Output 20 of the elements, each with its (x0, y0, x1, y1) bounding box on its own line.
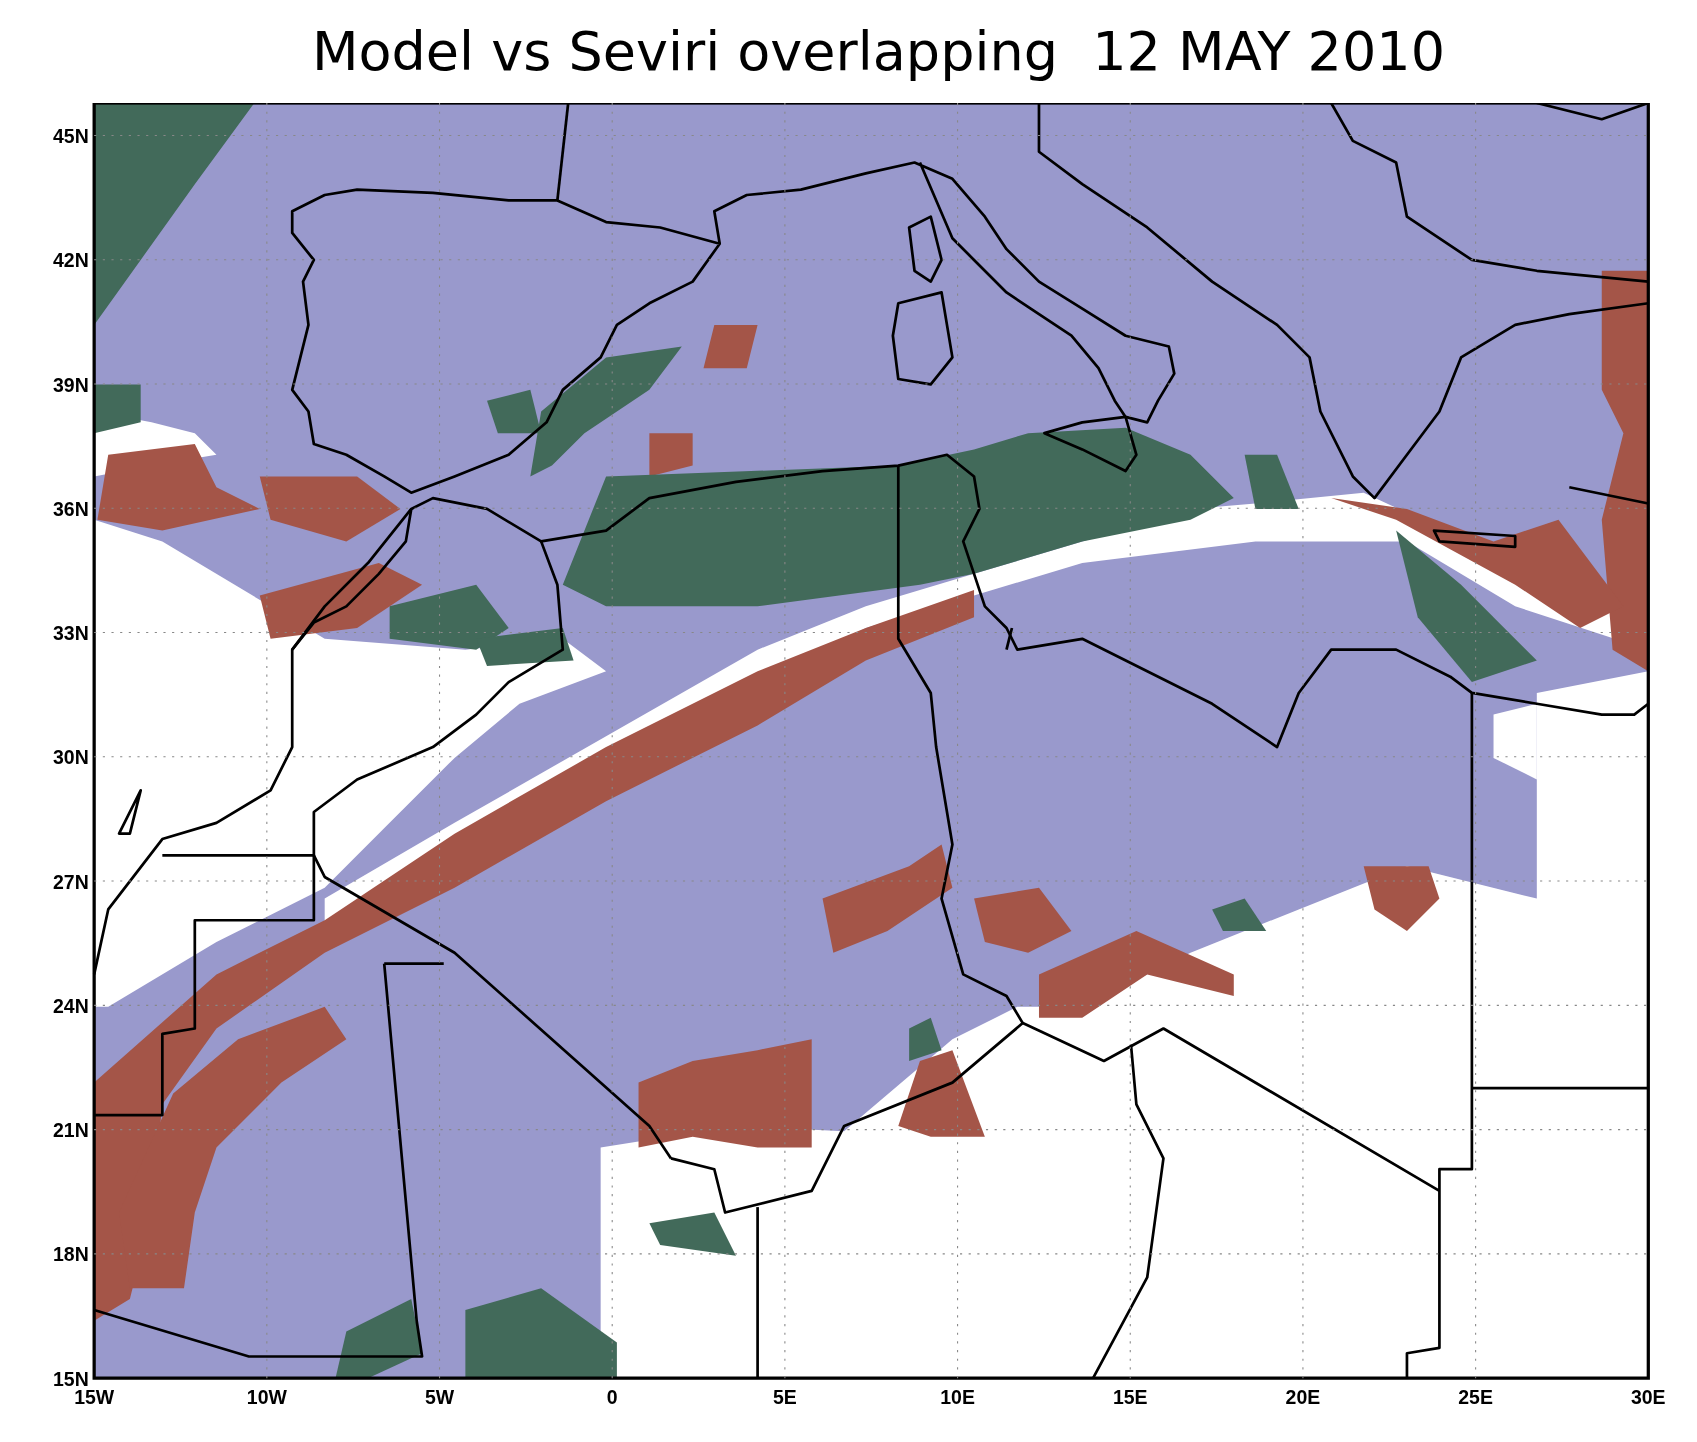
axis-label: 30N (53, 746, 89, 769)
axis-label: 45N (53, 125, 89, 148)
axis-label: 36N (53, 497, 89, 520)
axis-label: 42N (53, 249, 89, 272)
axis-label: 5W (424, 1386, 455, 1409)
axis-label: 18N (53, 1243, 89, 1266)
axis-label: 0 (606, 1386, 618, 1409)
axis-label: 30E (1630, 1386, 1666, 1409)
axis-label: 15E (1112, 1386, 1148, 1409)
axis-label: 39N (53, 373, 89, 396)
axis-label: 21N (53, 1119, 89, 1142)
axis-label: 10W (246, 1386, 287, 1409)
axis-label: 25E (1458, 1386, 1493, 1409)
axis-label: 27N (53, 870, 89, 893)
axis-label: 33N (53, 622, 89, 645)
axis-label: 24N (53, 994, 89, 1017)
axis-label: 5E (772, 1386, 797, 1409)
axis-label: 20E (1285, 1386, 1321, 1409)
axis-label: 10E (940, 1386, 975, 1409)
chart-title: Model vs Seviri overlapping 12 MAY 2010 (310, 20, 1446, 83)
